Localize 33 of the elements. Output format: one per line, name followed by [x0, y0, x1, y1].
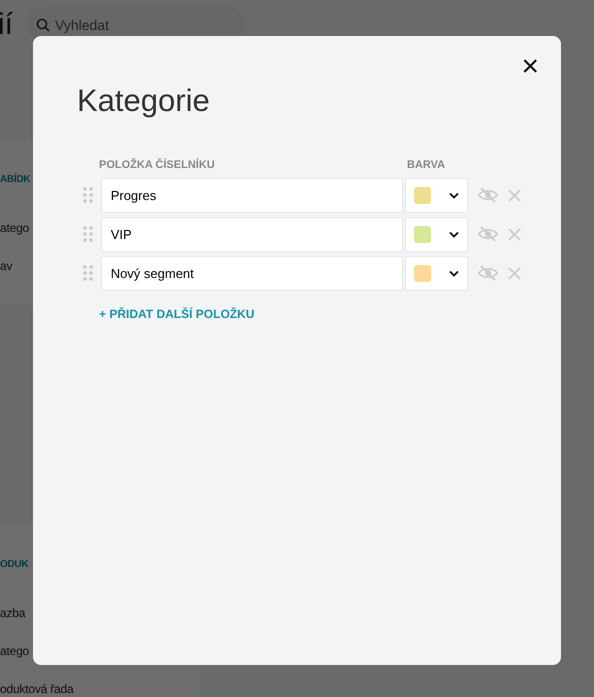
- eye-off-icon: [478, 226, 498, 242]
- column-header: POLOŽKA ČÍSELNÍKU: [99, 157, 216, 174]
- remove-button[interactable]: [508, 228, 521, 241]
- close-icon: [508, 188, 521, 202]
- dialog-title: Kategorie: [77, 82, 211, 120]
- menu-item[interactable]: oduktová řada: [0, 680, 200, 697]
- color-select[interactable]: [404, 178, 468, 213]
- eye-off-icon: [478, 187, 498, 204]
- hide-button[interactable]: [478, 226, 498, 242]
- item-field[interactable]: Progres: [100, 178, 403, 213]
- drag-handle-icon[interactable]: [82, 187, 93, 204]
- close-icon: [508, 228, 521, 241]
- section-heading: ABÍDK: [0, 172, 32, 187]
- column-header: BARVA: [407, 158, 446, 174]
- close-icon: [508, 266, 521, 280]
- remove-button[interactable]: [508, 188, 521, 202]
- section-heading: ODUK: [0, 558, 30, 572]
- color-select[interactable]: [404, 216, 468, 252]
- eye-off-icon: [478, 265, 498, 282]
- caret-icon: [448, 230, 459, 238]
- item-field[interactable]: Nový segment: [100, 256, 403, 291]
- hide-button[interactable]: [478, 265, 498, 282]
- caret-icon: [448, 270, 459, 277]
- item-field[interactable]: VIP: [100, 216, 403, 252]
- caret-icon: [448, 192, 459, 199]
- remove-button[interactable]: [508, 266, 521, 280]
- drag-handle-icon[interactable]: [82, 265, 93, 282]
- hide-button[interactable]: [478, 187, 498, 204]
- color-select[interactable]: [404, 256, 468, 291]
- drag-handle-icon[interactable]: [82, 226, 93, 242]
- search-icon: [36, 18, 50, 32]
- page-title: ií: [0, 10, 13, 40]
- close-button[interactable]: ×: [519, 52, 541, 82]
